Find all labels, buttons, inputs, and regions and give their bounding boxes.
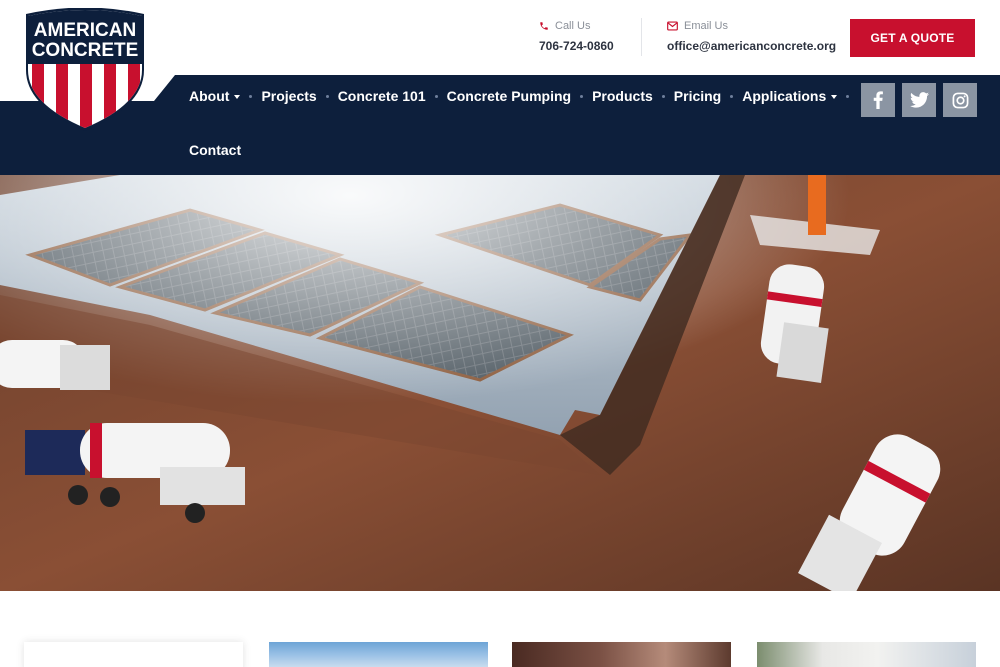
phone-icon xyxy=(540,22,548,30)
logo-line-1: AMERICAN xyxy=(34,20,136,41)
facebook-icon xyxy=(873,91,883,109)
phone-number[interactable]: 706-724-0860 xyxy=(539,39,614,53)
nav-item-pricing-label: Pricing xyxy=(673,88,722,104)
call-us-label-row: Call Us xyxy=(539,20,614,32)
nav-item-about-label: About xyxy=(189,88,230,104)
twitter-link[interactable] xyxy=(902,83,936,117)
logo-line-2: CONCRETE xyxy=(32,40,139,61)
chevron-down-icon xyxy=(234,95,241,99)
hero-construction-photo xyxy=(0,175,1000,591)
nav-item-about[interactable]: About xyxy=(189,88,241,104)
envelope-icon xyxy=(667,21,678,31)
nav-item-concrete-pumping[interactable]: Concrete Pumping xyxy=(447,88,571,104)
nav-item-concrete-101[interactable]: Concrete 101 xyxy=(338,88,426,104)
main-nav: About Projects Concrete 101 Concrete Pum… xyxy=(189,88,858,104)
email-us-label-row: Email Us xyxy=(667,20,836,32)
nav-item-products-label: Products xyxy=(592,88,653,104)
nav-item-projects-label: Projects xyxy=(261,88,317,104)
email-address[interactable]: office@americanconcrete.org xyxy=(667,39,836,53)
nav-item-concrete-101-label: Concrete 101 xyxy=(337,88,426,104)
nav-item-pricing[interactable]: Pricing xyxy=(674,88,721,104)
email-us-label: Email Us xyxy=(684,20,729,32)
nav-item-concrete-pumping-label: Concrete Pumping xyxy=(446,88,572,104)
email-us[interactable]: Email Us office@americanconcrete.org xyxy=(667,20,836,53)
call-us-label: Call Us xyxy=(555,20,591,32)
facebook-link[interactable] xyxy=(861,83,895,117)
twitter-icon xyxy=(909,92,929,108)
nav-separator xyxy=(661,94,665,98)
nav-item-applications[interactable]: Applications xyxy=(742,88,838,104)
nav-separator xyxy=(580,94,584,98)
nav-separator xyxy=(325,94,329,98)
nav-item-contact[interactable]: Contact xyxy=(189,142,241,158)
mixer-truck-left-top xyxy=(0,340,110,390)
nav-separator xyxy=(730,94,734,98)
feature-card[interactable] xyxy=(24,642,243,667)
feature-card-image[interactable] xyxy=(757,642,976,667)
nav-separator xyxy=(846,94,850,98)
feature-card-image[interactable] xyxy=(269,642,488,667)
instagram-link[interactable] xyxy=(943,83,977,117)
call-us[interactable]: Call Us 706-724-0860 xyxy=(539,20,614,53)
nav-item-products[interactable]: Products xyxy=(592,88,653,104)
nav-item-contact-label: Contact xyxy=(189,142,242,158)
nav-item-applications-label: Applications xyxy=(742,88,827,104)
nav-separator xyxy=(434,94,438,98)
contact-divider xyxy=(641,18,642,56)
feature-cards-row xyxy=(0,591,1000,667)
social-links xyxy=(861,83,977,117)
nav-separator xyxy=(249,94,253,98)
nav-item-projects[interactable]: Projects xyxy=(261,88,316,104)
american-concrete-logo[interactable]: AMERICAN CONCRETE xyxy=(22,8,148,132)
instagram-icon xyxy=(952,92,968,108)
chevron-down-icon xyxy=(831,95,838,99)
get-a-quote-button[interactable]: GET A QUOTE xyxy=(850,19,975,57)
feature-card-image[interactable] xyxy=(512,642,731,667)
